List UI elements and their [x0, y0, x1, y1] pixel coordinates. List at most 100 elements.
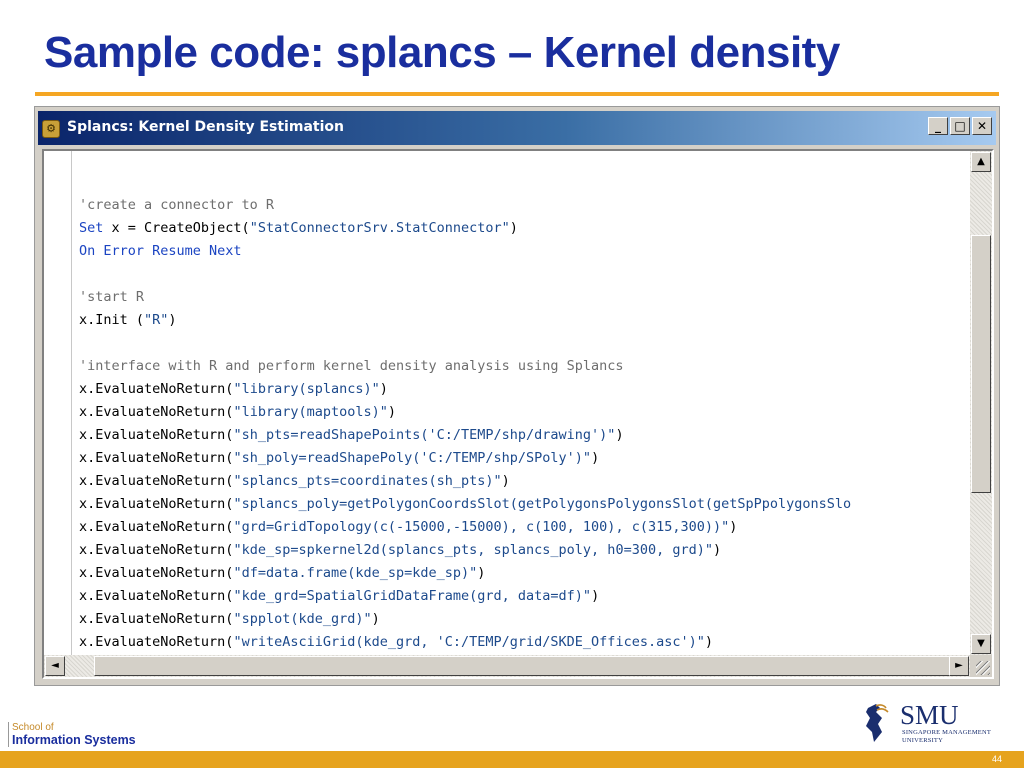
code-line[interactable]: x.EvaluateNoReturn("library(maptools)"): [79, 401, 851, 424]
vertical-scrollbar[interactable]: ▲ ▼: [970, 151, 992, 655]
code-token: x.EvaluateNoReturn(: [79, 519, 234, 535]
code-token: x.EvaluateNoReturn(: [79, 634, 234, 650]
window-controls: _ □ ✕: [928, 117, 992, 135]
code-keyword: On Error Resume Next: [79, 243, 242, 259]
code-token: ): [371, 611, 380, 627]
code-line[interactable]: On Error Resume Next: [79, 240, 851, 263]
code-window: ⚙ Splancs: Kernel Density Estimation _ □…: [34, 106, 1000, 686]
code-token: x.Init (: [79, 312, 145, 328]
code-token: ): [704, 634, 713, 650]
code-token: x.EvaluateNoReturn(: [79, 496, 234, 512]
code-string: "df=data.frame(kde_sp=kde_sp)": [233, 565, 478, 581]
code-token: ): [591, 450, 600, 466]
scroll-right-arrow-icon[interactable]: ►: [949, 656, 969, 676]
code-token: x.EvaluateNoReturn(: [79, 404, 234, 420]
logo-name: SMU: [900, 700, 959, 730]
code-keyword: Set: [79, 220, 112, 236]
title-divider: [35, 92, 999, 96]
code-token: x.EvaluateNoReturn(: [79, 588, 234, 604]
code-line[interactable]: 'create a connector to R: [79, 194, 851, 217]
scroll-down-arrow-icon[interactable]: ▼: [971, 634, 991, 654]
horizontal-scrollbar[interactable]: ◄ ►: [44, 655, 970, 677]
code-line[interactable]: x.EvaluateNoReturn("kde_sp=spkernel2d(sp…: [79, 539, 851, 562]
code-token: x.EvaluateNoReturn(: [79, 427, 234, 443]
code-string: "kde_sp=spkernel2d(splancs_pts, splancs_…: [233, 542, 713, 558]
code-line[interactable]: x.Init ("R"): [79, 309, 851, 332]
code-comment: 'start R: [79, 289, 145, 305]
close-button[interactable]: ✕: [972, 117, 992, 135]
code-token: x.EvaluateNoReturn(: [79, 611, 234, 627]
code-comment: 'create a connector to R: [79, 197, 275, 213]
code-string: "kde_grd=SpatialGridDataFrame(grd, data=…: [233, 588, 592, 604]
smu-logo: SMU SINGAPORE MANAGEMENT UNIVERSITY: [862, 698, 1012, 750]
code-token: ): [591, 588, 600, 604]
code-block[interactable]: 'create a connector to R Set x = CreateOb…: [79, 171, 851, 654]
code-line[interactable]: 'start R: [79, 286, 851, 309]
code-string: "sh_pts=readShapePoints('C:/TEMP/shp/dra…: [233, 427, 616, 443]
code-string: "spplot(kde_grd)": [233, 611, 372, 627]
code-line[interactable]: [79, 171, 851, 194]
code-comment: 'interface with R and perform kernel den…: [79, 358, 624, 374]
code-line[interactable]: [79, 263, 851, 286]
scroll-left-arrow-icon[interactable]: ◄: [45, 656, 65, 676]
code-line[interactable]: x.EvaluateNoReturn("library(splancs)"): [79, 378, 851, 401]
window-titlebar[interactable]: ⚙ Splancs: Kernel Density Estimation _ □…: [38, 111, 996, 145]
page-number: 44: [991, 754, 1002, 764]
code-line[interactable]: x.EvaluateNoReturn("spplot(kde_grd)"): [79, 608, 851, 631]
code-string: "R": [144, 312, 169, 328]
code-token: x = CreateObject(: [111, 220, 250, 236]
code-string: "library(maptools)": [233, 404, 388, 420]
code-token: ): [168, 312, 177, 328]
code-line[interactable]: x.EvaluateNoReturn("kde_grd=SpatialGridD…: [79, 585, 851, 608]
code-line[interactable]: x.EvaluateNoReturn("df=data.frame(kde_sp…: [79, 562, 851, 585]
code-line[interactable]: x.EvaluateNoReturn("sh_poly=readShapePol…: [79, 447, 851, 470]
code-line[interactable]: x.EvaluateNoReturn("splancs_poly=getPoly…: [79, 493, 851, 516]
vertical-scroll-thumb[interactable]: [971, 235, 991, 493]
footer-bar: [0, 751, 1024, 768]
school-label-line2: Information Systems: [12, 733, 136, 747]
code-string: "sh_poly=readShapePoly('C:/TEMP/shp/SPol…: [233, 450, 592, 466]
code-token: ): [387, 404, 397, 420]
code-line[interactable]: x.EvaluateNoReturn("writeAsciiGrid(kde_g…: [79, 631, 851, 654]
code-token: ): [615, 427, 624, 443]
code-editor[interactable]: 'create a connector to R Set x = CreateOb…: [42, 149, 994, 679]
horizontal-scroll-thumb[interactable]: [94, 656, 956, 676]
editor-gutter: [44, 151, 72, 655]
code-token: x.EvaluateNoReturn(: [79, 542, 234, 558]
code-token: ): [712, 542, 722, 558]
logo-subtitle-line1: SINGAPORE MANAGEMENT: [902, 729, 992, 736]
code-string: "StatConnectorSrv.StatConnector": [249, 220, 510, 236]
code-line[interactable]: x.EvaluateNoReturn("splancs_pts=coordina…: [79, 470, 851, 493]
code-token: ): [501, 473, 510, 489]
code-line[interactable]: x.EvaluateNoReturn("sh_pts=readShapePoin…: [79, 424, 851, 447]
school-label: School of Information Systems: [8, 722, 136, 747]
logo-subtitle: SINGAPORE MANAGEMENT UNIVERSITY: [902, 729, 991, 744]
code-line[interactable]: [79, 332, 851, 355]
logo-subtitle-line2: UNIVERSITY: [902, 736, 943, 744]
code-token: x.EvaluateNoReturn(: [79, 565, 234, 581]
minimize-button[interactable]: _: [928, 117, 948, 135]
code-string: "grd=GridTopology(c(-15000,-15000), c(10…: [233, 519, 730, 535]
code-text-area[interactable]: 'create a connector to R Set x = CreateOb…: [73, 151, 970, 655]
code-string: "writeAsciiGrid(kde_grd, 'C:/TEMP/grid/S…: [233, 634, 705, 650]
smu-crest-icon: [866, 704, 889, 742]
code-token: x.EvaluateNoReturn(: [79, 473, 234, 489]
code-string: "splancs_poly=getPolygonCoordsSlot(getPo…: [233, 496, 852, 512]
code-token: x.EvaluateNoReturn(: [79, 381, 234, 397]
code-line[interactable]: 'interface with R and perform kernel den…: [79, 355, 851, 378]
resize-corner[interactable]: [970, 655, 992, 677]
code-token: x.EvaluateNoReturn(: [79, 450, 234, 466]
resize-grip-icon[interactable]: [976, 661, 990, 675]
code-string: "library(splancs)": [233, 381, 380, 397]
gear-app-icon[interactable]: ⚙: [42, 120, 60, 138]
window-title: Splancs: Kernel Density Estimation: [67, 119, 344, 135]
code-string: "splancs_pts=coordinates(sh_pts)": [233, 473, 502, 489]
maximize-button[interactable]: □: [950, 117, 970, 135]
code-token: ): [509, 220, 518, 236]
code-token: ): [729, 519, 738, 535]
code-token: ): [477, 565, 486, 581]
scroll-up-arrow-icon[interactable]: ▲: [971, 152, 991, 172]
code-line[interactable]: Set x = CreateObject("StatConnectorSrv.S…: [79, 217, 851, 240]
code-line[interactable]: x.EvaluateNoReturn("grd=GridTopology(c(-…: [79, 516, 851, 539]
school-label-line1: School of: [12, 722, 54, 733]
